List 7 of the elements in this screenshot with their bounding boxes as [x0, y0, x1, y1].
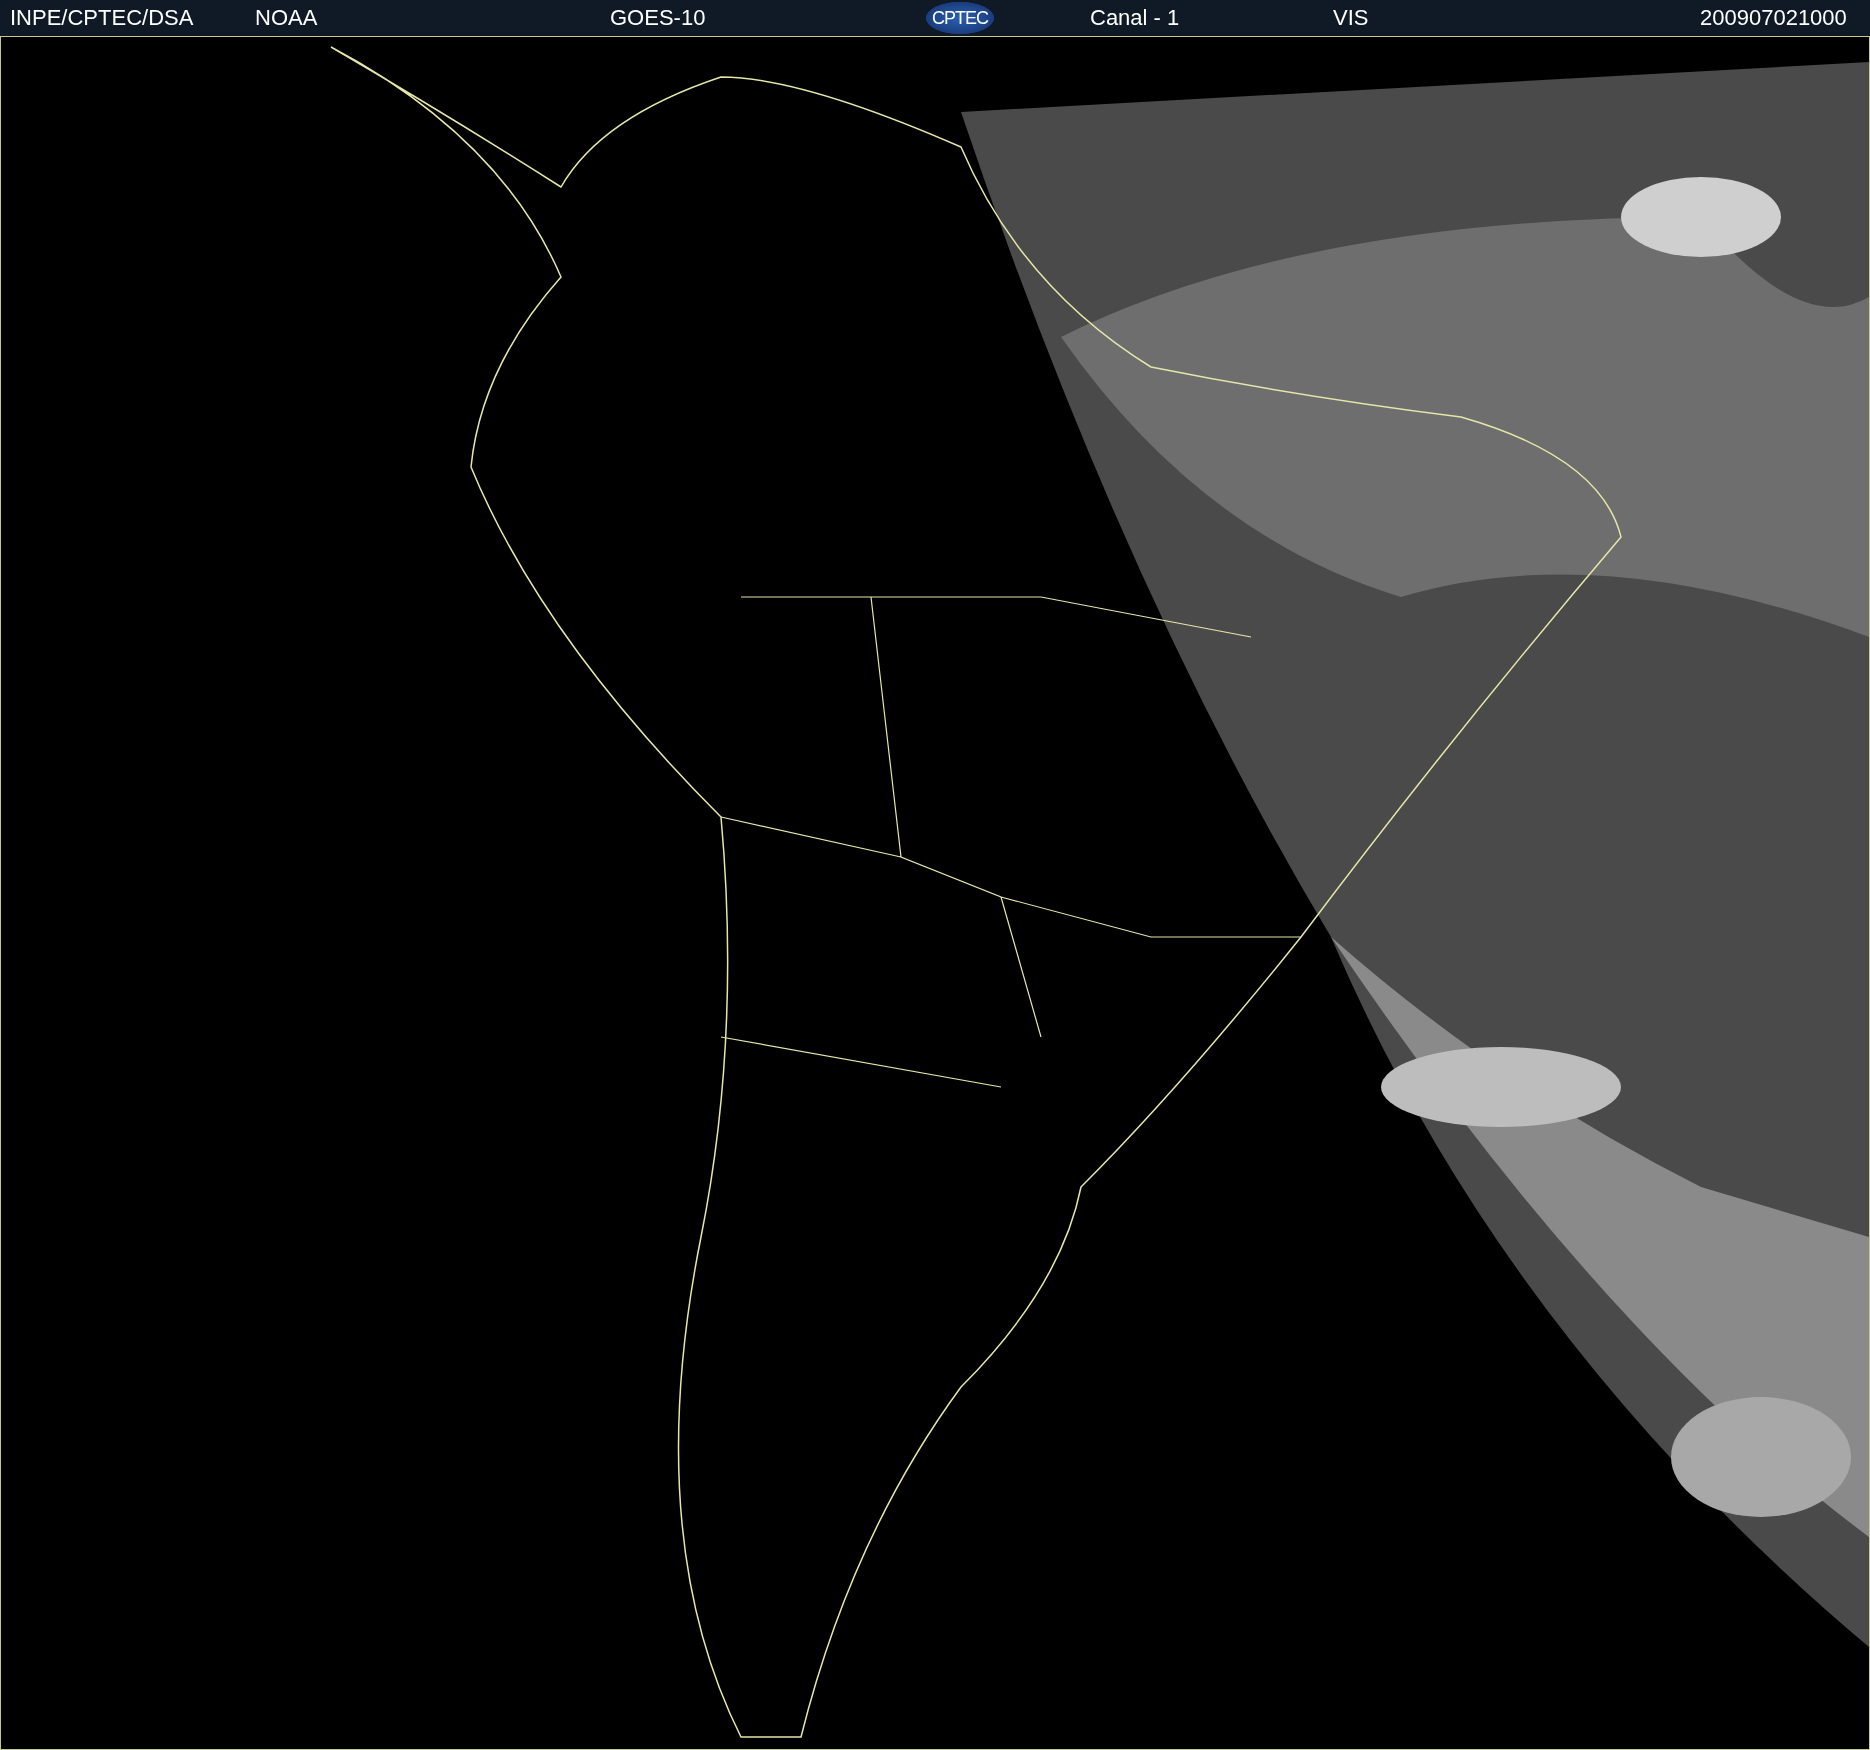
- header-label: 200907021000: [1700, 5, 1848, 31]
- logo: CPTEC: [926, 2, 994, 34]
- header-label: VIS: [1333, 5, 1370, 31]
- header-label: INPE/CPTEC/DSA: [10, 5, 195, 31]
- header-label: NOAA: [255, 5, 319, 31]
- header-label: GOES-10: [610, 5, 707, 31]
- header-label: Canal - 1: [1090, 5, 1181, 31]
